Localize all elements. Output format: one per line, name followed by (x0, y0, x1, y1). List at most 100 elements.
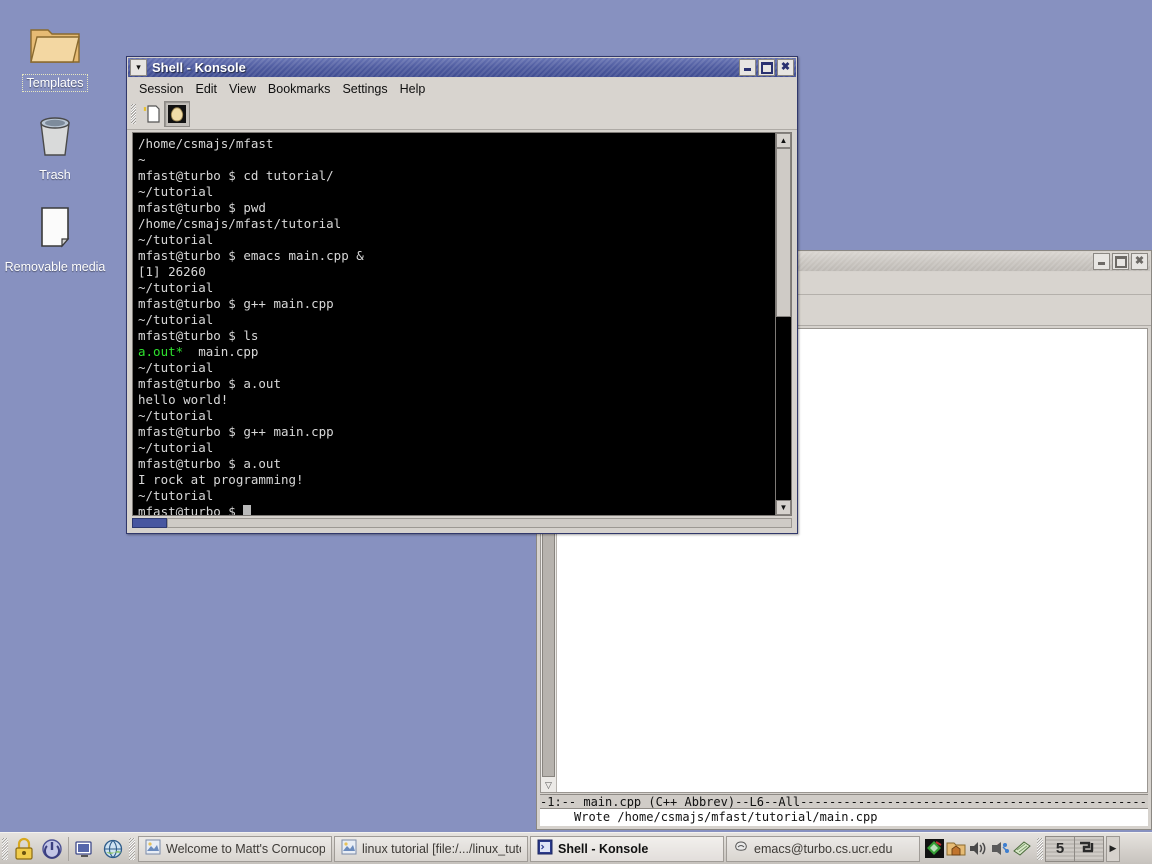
konsole-window[interactable]: ▾ Shell - Konsole ✖ Session Edit View Bo… (126, 56, 798, 534)
folder-home-icon[interactable] (946, 839, 966, 859)
terminal-line: ~/tutorial (138, 312, 214, 327)
network-icon[interactable] (990, 839, 1010, 859)
trash-icon (0, 106, 110, 164)
emacs-window-buttons: ✖ (1093, 253, 1148, 270)
maximize-button[interactable] (758, 59, 775, 76)
toolbar-grip[interactable] (131, 104, 136, 124)
desktop-icon-templates[interactable]: Templates (0, 14, 110, 92)
minimize-button[interactable] (1093, 253, 1110, 270)
terminal-line: mfast@turbo $ ls (138, 328, 259, 343)
browser-window-icon (341, 839, 357, 858)
emacs-mode-line: -1:-- main.cpp (C++ Abbrev)--L6--All----… (540, 794, 1148, 809)
browser-window-icon (145, 839, 161, 858)
mode-line-text: -1:-- main.cpp (C++ Abbrev)--L6--All----… (540, 795, 1147, 809)
task-button-label: linux tutorial [file:/.../linux_tutorial (362, 841, 521, 856)
window-menu-icon[interactable]: ▾ (130, 59, 147, 76)
terminal-line: ~ (138, 152, 146, 167)
task-button-browser-1[interactable]: Welcome to Matt's Cornucopia (138, 835, 332, 862)
scroll-down-icon[interactable]: ▽ (541, 778, 556, 792)
terminal-line: [1] 26260 (138, 264, 206, 279)
task-button-konsole[interactable]: Shell - Konsole (530, 835, 724, 862)
terminal-output[interactable]: /home/csmajs/mfast ~ mfast@turbo $ cd tuto… (133, 133, 775, 515)
menu-edit[interactable]: Edit (189, 80, 223, 98)
terminal-line: a.out* main.cpp (138, 344, 259, 359)
scroll-up-icon[interactable]: ▲ (776, 133, 791, 148)
menu-help[interactable]: Help (394, 80, 432, 98)
new-session-icon[interactable] (140, 102, 164, 126)
echo-area-text: Wrote /home/csmajs/mfast/tutorial/main.c… (574, 810, 878, 824)
konsole-icon (537, 839, 553, 858)
terminal-line: mfast@turbo $ (138, 504, 775, 515)
hscrollbar-thumb[interactable] (132, 518, 167, 528)
logout-icon[interactable] (38, 835, 66, 863)
taskbar-expand-arrow[interactable]: ▶ (1106, 835, 1120, 862)
tray-grip[interactable] (1037, 837, 1043, 860)
konsole-title-text: Shell - Konsole (152, 60, 246, 75)
konsole-menu-bar[interactable]: Session Edit View Bookmarks Settings Hel… (127, 78, 797, 99)
minimize-button[interactable] (739, 59, 756, 76)
pager-desktop-5[interactable]: 5 (1046, 837, 1074, 861)
hscrollbar-track[interactable] (167, 518, 792, 528)
taskbar-separator (68, 836, 69, 861)
task-button-label: Welcome to Matt's Cornucopia (166, 841, 325, 856)
menu-session[interactable]: Session (133, 80, 189, 98)
lock-screen-icon[interactable] (10, 835, 38, 863)
taskbar-grip[interactable] (2, 837, 8, 860)
terminal-area[interactable]: /home/csmajs/mfast ~ mfast@turbo $ cd tuto… (132, 132, 792, 516)
desktop-pager[interactable]: 5 (1045, 835, 1104, 862)
terminal-line: mfast@turbo $ pwd (138, 200, 266, 215)
terminal-line: /home/csmajs/mfast (138, 136, 274, 151)
volume-icon[interactable] (968, 839, 988, 859)
task-button-emacs[interactable]: emacs@turbo.cs.ucr.edu (726, 835, 920, 862)
klipper-icon[interactable] (924, 839, 944, 859)
close-button[interactable]: ✖ (777, 59, 794, 76)
menu-settings[interactable]: Settings (336, 80, 393, 98)
menu-bookmarks[interactable]: Bookmarks (262, 80, 337, 98)
scroll-down-icon[interactable]: ▼ (776, 500, 791, 515)
desktop-icon-label: Removable media (4, 260, 106, 274)
taskbar[interactable]: Welcome to Matt's Cornucopia linux tutor… (0, 832, 1152, 864)
konsole-window-buttons: ✖ (739, 59, 794, 76)
emacs-echo-area: Wrote /home/csmajs/mfast/tutorial/main.c… (540, 809, 1148, 826)
terminal-line: mfast@turbo $ g++ main.cpp (138, 296, 334, 311)
notes-icon[interactable] (1012, 839, 1032, 859)
terminal-scrollbar[interactable]: ▲ ▼ (775, 133, 791, 515)
terminal-executable-name: a.out* (138, 344, 184, 359)
terminal-line: mfast@turbo $ cd tutorial/ (138, 168, 334, 183)
scrollbar-track[interactable] (776, 148, 791, 500)
system-tray[interactable] (921, 839, 1035, 859)
terminal-line: ~/tutorial (138, 232, 214, 247)
web-browser-icon[interactable] (99, 835, 127, 863)
terminal-line: ~/tutorial (138, 440, 214, 455)
terminal-line: ~/tutorial (138, 488, 214, 503)
menu-view[interactable]: View (223, 80, 262, 98)
shell-icon[interactable] (164, 101, 190, 127)
close-button[interactable]: ✖ (1131, 253, 1148, 270)
task-button-label: emacs@turbo.cs.ucr.edu (754, 841, 893, 856)
terminal-line: mfast@turbo $ emacs main.cpp & (138, 248, 364, 263)
konsole-title-bar[interactable]: ▾ Shell - Konsole ✖ (128, 58, 796, 77)
terminal-line: hello world! (138, 392, 229, 407)
task-button-browser-2[interactable]: linux tutorial [file:/.../linux_tutorial (334, 835, 528, 862)
maximize-button[interactable] (1112, 253, 1129, 270)
terminal-line: ~/tutorial (138, 408, 214, 423)
desktop-icon-label: Templates (21, 74, 89, 92)
terminal-line: mfast@turbo $ a.out (138, 376, 281, 391)
folder-icon (0, 14, 110, 72)
desktop-icon-trash[interactable]: Trash (0, 106, 110, 184)
desktop-icon-label: Trash (39, 168, 71, 182)
terminal-line: ~/tutorial (138, 184, 214, 199)
konsole-tool-bar[interactable] (127, 99, 797, 130)
desktop-icon-removable-media[interactable]: Removable media (0, 198, 110, 276)
scrollbar-thumb[interactable] (776, 148, 791, 317)
task-button-label: Shell - Konsole (558, 841, 649, 856)
terminal-line: mfast@turbo $ a.out (138, 456, 281, 471)
show-desktop-icon[interactable] (71, 835, 99, 863)
terminal-line: ~/tutorial (138, 280, 214, 295)
pager-desktop-6[interactable] (1074, 836, 1103, 861)
terminal-line: I rock at programming! (138, 472, 304, 487)
removable-media-icon (0, 198, 110, 256)
konsole-hscrollbar[interactable] (132, 518, 792, 530)
terminal-line: mfast@turbo $ g++ main.cpp (138, 424, 334, 439)
taskbar-grip-2[interactable] (129, 837, 135, 860)
